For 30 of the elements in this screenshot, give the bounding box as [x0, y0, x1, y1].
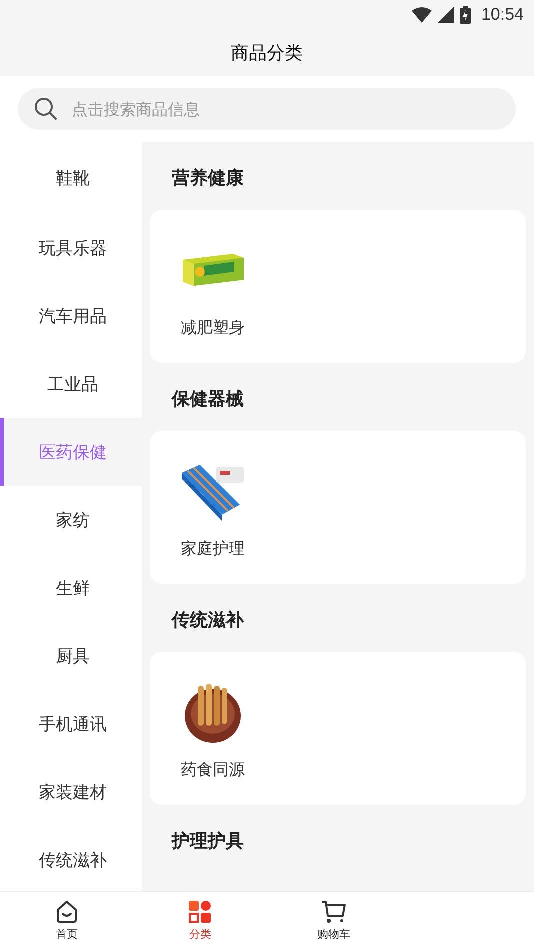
- tab-button[interactable]: 分类: [134, 892, 267, 950]
- cart-icon: [320, 900, 347, 924]
- signal-icon: [438, 7, 454, 23]
- section-title: 保健器械: [170, 388, 245, 412]
- category-item[interactable]: 生鲜: [0, 554, 142, 622]
- category-icon: [188, 900, 212, 924]
- section-title: 营养健康: [171, 167, 245, 191]
- category-item[interactable]: 家装建材: [0, 758, 142, 826]
- battery-icon: [460, 6, 472, 24]
- wifi-icon: [412, 7, 432, 23]
- tab-button[interactable]: 首页: [0, 892, 134, 950]
- category-item[interactable]: 家纺: [0, 486, 142, 554]
- category-item[interactable]: 医药保健: [0, 418, 142, 486]
- status-time: 10:54: [481, 5, 524, 25]
- home-icon: [54, 900, 79, 924]
- category-item[interactable]: 传统滋补: [0, 826, 142, 891]
- search-field[interactable]: 点击搜索商品信息: [18, 88, 516, 130]
- category-item[interactable]: 厨具: [0, 622, 142, 690]
- category-item[interactable]: 工业品: [0, 350, 142, 418]
- category-item[interactable]: 玩具乐器: [0, 214, 142, 282]
- product-label[interactable]: 药食同源: [181, 760, 245, 781]
- tab-button[interactable]: 购物车: [267, 892, 400, 950]
- section-title: 护理护具: [170, 830, 245, 854]
- page-title: 商品分类: [231, 42, 303, 65]
- product-label[interactable]: 减肥塑身: [181, 318, 245, 339]
- section-title: 传统滋补: [170, 609, 246, 633]
- category-item[interactable]: 手机通讯: [0, 690, 142, 758]
- product-label[interactable]: 家庭护理: [181, 539, 245, 560]
- category-item[interactable]: 鞋靴: [0, 142, 142, 214]
- category-item[interactable]: 汽车用品: [0, 282, 142, 350]
